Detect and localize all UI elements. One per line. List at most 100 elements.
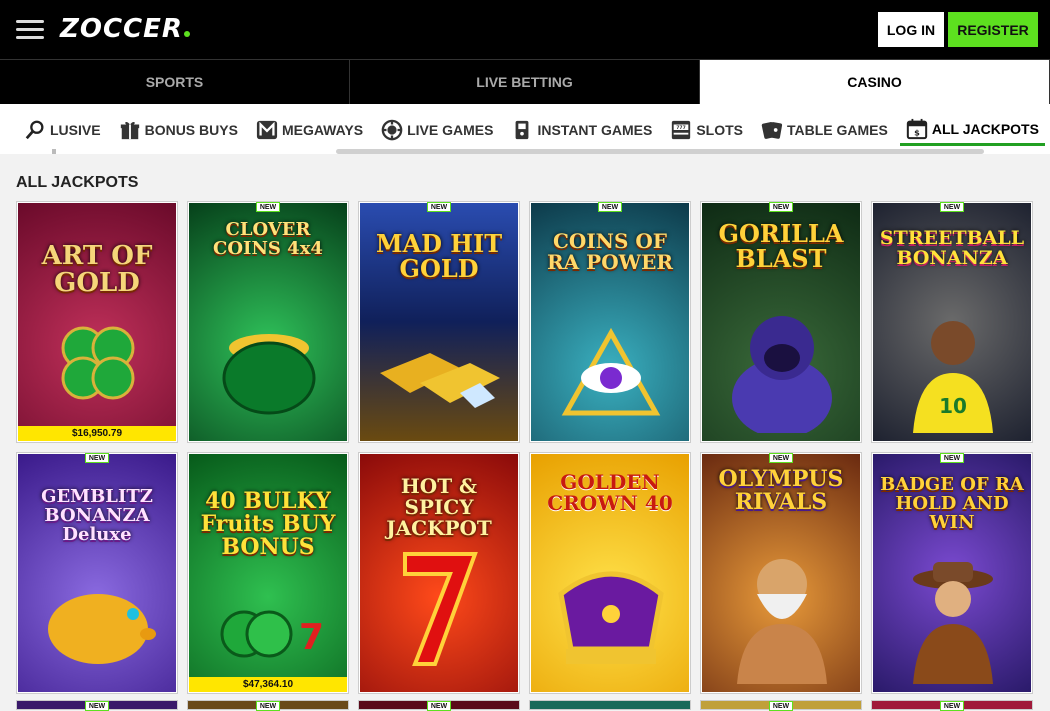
crown-icon	[558, 571, 664, 664]
game-card[interactable]: NEW	[16, 700, 178, 711]
magnifier-icon	[25, 120, 44, 140]
game-card[interactable]: NEW	[700, 700, 862, 711]
game-title: MAD HIT GOLD	[375, 229, 503, 284]
game-art: MAD HIT GOLD	[360, 203, 518, 441]
logo-dot	[183, 31, 190, 37]
zeus-icon	[737, 559, 827, 684]
game-art: GOLDEN CROWN 40	[531, 454, 689, 692]
game-art: GORILLA BLAST	[702, 203, 860, 441]
main-tabs: SPORTS LIVE BETTING CASINO	[0, 60, 1050, 104]
game-art: 40 BULKY Fruits BUY BONUS 7	[189, 454, 347, 692]
new-badge: NEW	[940, 453, 964, 463]
game-art: HOT & SPICY JACKPOT	[360, 454, 518, 692]
category-exclusive[interactable]: LUSIVE	[18, 114, 107, 146]
game-title: GOLDEN CROWN 40	[547, 470, 673, 515]
login-button[interactable]: LOG IN	[878, 12, 944, 47]
megaways-icon	[256, 120, 278, 140]
category-label: BONUS BUYS	[144, 122, 238, 138]
game-card[interactable]: NEW	[358, 700, 520, 711]
scroll-arrow-left[interactable]	[52, 149, 56, 154]
scratch-card-icon	[516, 120, 529, 140]
game-title: BADGE OF RA HOLD AND WIN	[880, 474, 1024, 533]
game-art: OLYMPUS RIVALS	[702, 454, 860, 692]
game-card[interactable]: NEW GORILLA BLAST	[700, 201, 862, 443]
fruits-icon: 7	[220, 610, 324, 658]
game-card[interactable]: HOT & SPICY JACKPOT	[358, 452, 520, 694]
game-card[interactable]: 40 BULKY Fruits BUY BONUS 7 $47,364.10	[187, 452, 349, 694]
game-title: GEMBLITZ BONANZA Deluxe	[41, 486, 153, 545]
game-card[interactable]: NEW OLYMPUS RIVALS	[700, 452, 862, 694]
category-live-games[interactable]: LIVE GAMES	[375, 114, 499, 146]
eye-of-ra-icon	[561, 327, 661, 416]
category-label: TABLE GAMES	[787, 122, 888, 138]
adventurer-icon	[913, 562, 993, 684]
game-card[interactable]: ART OF GOLD $16,950.79	[16, 201, 178, 443]
slot-machine-icon: 777	[672, 120, 691, 140]
category-all-jackpots[interactable]: $ ALL JACKPOTS	[899, 114, 1045, 146]
playing-cards-icon	[761, 122, 783, 139]
category-label: MEGAWAYS	[281, 122, 364, 138]
category-megaways[interactable]: MEGAWAYS	[250, 114, 369, 146]
category-scrollbar[interactable]	[336, 149, 984, 154]
new-badge: NEW	[427, 701, 451, 711]
logo[interactable]: ZOCCER	[60, 14, 190, 44]
gorilla-icon	[732, 316, 832, 433]
jackpot-amount: $16,950.79	[18, 426, 176, 441]
gold-bars-icon	[380, 353, 500, 408]
svg-text:777: 777	[677, 125, 687, 131]
tab-casino[interactable]: CASINO	[700, 60, 1050, 104]
game-title: 40 BULKY Fruits BUY BONUS	[200, 488, 336, 561]
category-label: SLOTS	[696, 122, 743, 138]
svg-text:7: 7	[299, 617, 324, 658]
game-title: OLYMPUS RIVALS	[718, 466, 844, 516]
category-label: LIVE GAMES	[407, 122, 494, 138]
player-icon: 10	[913, 321, 993, 433]
category-label: LUSIVE	[50, 122, 101, 138]
register-button[interactable]: REGISTER	[948, 12, 1038, 47]
game-card[interactable]: NEW	[187, 700, 349, 711]
game-art: CLOVER COINS 4x4	[189, 203, 347, 441]
game-title: ART OF GOLD	[41, 241, 153, 299]
top-bar: ZOCCER LOG IN REGISTER	[0, 0, 1050, 60]
menu-icon[interactable]	[16, 20, 44, 40]
game-card[interactable]: NEW GEMBLITZ BONANZA Deluxe	[16, 452, 178, 694]
game-art: STREETBALL BONANZA 10	[873, 203, 1031, 441]
new-badge: NEW	[85, 453, 109, 463]
new-badge: NEW	[256, 701, 280, 711]
game-art: ART OF GOLD	[18, 203, 176, 441]
tab-sports[interactable]: SPORTS	[0, 60, 350, 104]
svg-text:10: 10	[939, 394, 967, 418]
new-badge: NEW	[598, 202, 622, 212]
category-instant-games[interactable]: INSTANT GAMES	[505, 114, 658, 146]
game-card[interactable]: NEW	[871, 700, 1033, 711]
game-art: GEMBLITZ BONANZA Deluxe	[18, 454, 176, 692]
game-card[interactable]: NEW COINS OF RA POWER	[529, 201, 691, 443]
new-badge: NEW	[769, 453, 793, 463]
jackpot-amount: $47,364.10	[189, 677, 347, 692]
tab-live-betting[interactable]: LIVE BETTING	[350, 60, 700, 104]
game-card[interactable]: NEW CLOVER COINS 4x4	[187, 201, 349, 443]
game-card[interactable]: GOLDEN CROWN 40	[529, 452, 691, 694]
poker-chip-icon	[381, 119, 403, 141]
logo-text: ZOCCER	[60, 14, 183, 44]
gift-icon	[120, 121, 139, 140]
game-card[interactable]: NEW BADGE OF RA HOLD AND WIN	[871, 452, 1033, 694]
game-card[interactable]: NEW MAD HIT GOLD	[358, 201, 520, 443]
category-bonus-buys[interactable]: BONUS BUYS	[113, 114, 244, 146]
calendar-jackpot-icon: $	[906, 118, 928, 139]
new-badge: NEW	[256, 202, 280, 212]
game-art: BADGE OF RA HOLD AND WIN	[873, 454, 1031, 692]
svg-text:$: $	[914, 127, 920, 137]
game-title: COINS OF RA POWER	[547, 229, 673, 274]
game-art: COINS OF RA POWER	[531, 203, 689, 441]
category-table-games[interactable]: TABLE GAMES	[755, 114, 894, 146]
game-title: CLOVER COINS 4x4	[213, 219, 323, 259]
game-card[interactable]: NEW STREETBALL BONANZA 10	[871, 201, 1033, 443]
pot-of-gold-icon	[222, 334, 316, 415]
new-badge: NEW	[769, 701, 793, 711]
category-slots[interactable]: 777 SLOTS	[664, 114, 749, 146]
clover-icon	[61, 326, 135, 400]
new-badge: NEW	[940, 701, 964, 711]
game-title: HOT & SPICY JACKPOT	[386, 474, 492, 540]
game-card[interactable]	[529, 700, 691, 710]
